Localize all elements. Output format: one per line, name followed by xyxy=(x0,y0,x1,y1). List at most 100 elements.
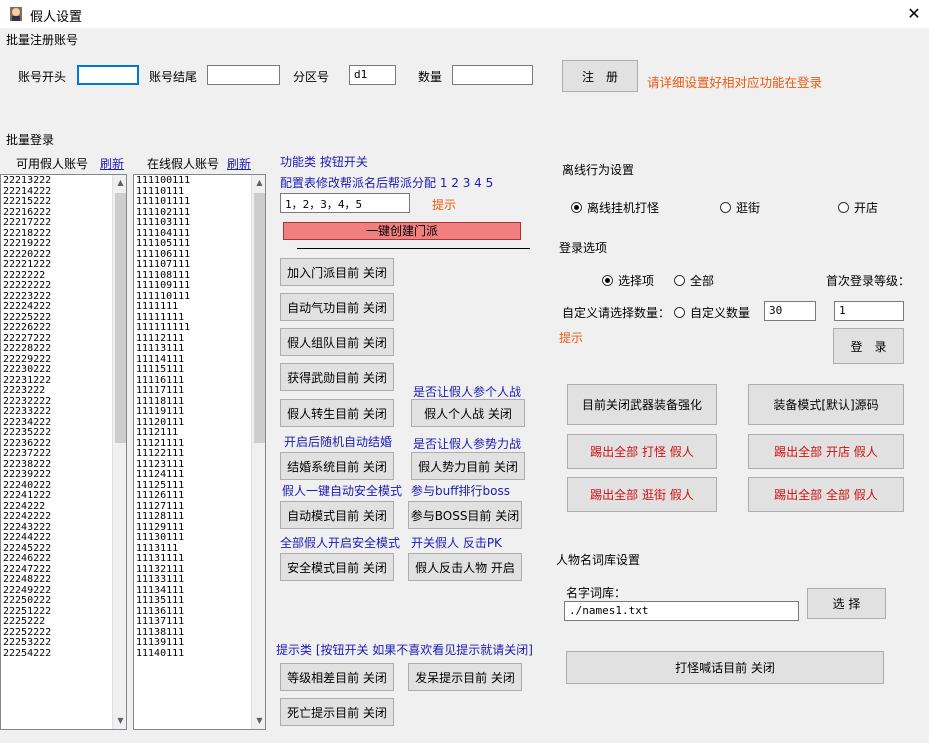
list-item[interactable]: 22213222 xyxy=(3,175,51,187)
team-up-button[interactable]: 假人组队目前 关闭 xyxy=(280,328,394,356)
list-item[interactable]: 1111111 xyxy=(136,301,190,313)
list-item[interactable]: 11135111 xyxy=(136,595,190,607)
count-input[interactable] xyxy=(452,65,533,85)
list-item[interactable]: 111105111 xyxy=(136,238,190,250)
safe-mode-button[interactable]: 安全模式目前 关闭 xyxy=(280,553,394,581)
account-start-input[interactable] xyxy=(77,65,139,85)
scroll-down-icon[interactable]: ▼ xyxy=(113,713,126,729)
radio-login-selected[interactable]: 选择项 xyxy=(602,272,654,289)
shout-button[interactable]: 打怪喊话目前 关闭 xyxy=(566,651,884,684)
get-honor-button[interactable]: 获得武勋目前 关闭 xyxy=(280,363,394,391)
available-refresh-link[interactable]: 刷新 xyxy=(100,155,124,172)
list-item[interactable]: 22230222 xyxy=(3,364,51,376)
list-item[interactable]: 22224222 xyxy=(3,301,51,313)
faction-war-button[interactable]: 假人势力目前 关闭 xyxy=(411,452,525,480)
list-item[interactable]: 11115111 xyxy=(136,364,190,376)
list-item[interactable]: 22233222 xyxy=(3,406,51,418)
list-item[interactable]: 111101111 xyxy=(136,196,190,208)
boss-button[interactable]: 参与BOSS目前 关闭 xyxy=(408,501,522,529)
scroll-up-icon[interactable]: ▲ xyxy=(113,175,126,191)
list-item[interactable]: 111103111 xyxy=(136,217,190,229)
list-item[interactable]: 111100111 xyxy=(136,175,190,187)
online-scrollbar[interactable]: ▲ ▼ xyxy=(251,175,265,729)
list-item[interactable]: 22235222 xyxy=(3,427,51,439)
online-refresh-link[interactable]: 刷新 xyxy=(227,155,251,172)
radio-offline-shop[interactable]: 开店 xyxy=(838,199,878,216)
available-accounts-list[interactable]: 22213222 22214222 22215222 22216222 22217222… xyxy=(0,174,127,730)
join-sect-button[interactable]: 加入门派目前 关闭 xyxy=(280,258,394,286)
radio-custom-count[interactable]: 自定义数量 xyxy=(674,304,750,321)
list-item[interactable]: 22221222 xyxy=(3,259,51,271)
auto-mode-button[interactable]: 自动模式目前 关闭 xyxy=(280,501,394,529)
list-item[interactable]: 111107111 xyxy=(136,259,190,271)
zone-input[interactable]: d1 xyxy=(349,65,396,85)
list-item[interactable]: 22237222 xyxy=(3,448,51,460)
kick-all-button[interactable]: 踢出全部 全部 假人 xyxy=(748,477,904,512)
radio-offline-stroll[interactable]: 逛街 xyxy=(720,199,760,216)
list-item[interactable]: 11137111 xyxy=(136,616,190,628)
idle-tip-button[interactable]: 发呆提示目前 关闭 xyxy=(408,663,522,691)
death-tip-button[interactable]: 死亡提示目前 关闭 xyxy=(280,698,394,726)
list-item[interactable]: 22253222 xyxy=(3,637,51,649)
list-item[interactable]: 2223222 xyxy=(3,385,51,397)
marriage-button[interactable]: 结婚系统目前 关闭 xyxy=(280,452,394,480)
available-scrollbar[interactable]: ▲ ▼ xyxy=(112,175,126,729)
list-item[interactable]: 1112111 xyxy=(136,427,190,439)
list-item[interactable]: 11117111 xyxy=(136,385,190,397)
radio-offline-farm[interactable]: 离线挂机打怪 xyxy=(571,199,659,216)
scroll-thumb[interactable] xyxy=(115,193,126,443)
list-item[interactable]: 11122111 xyxy=(136,448,190,460)
scroll-up-icon[interactable]: ▲ xyxy=(252,175,265,191)
equip-mode-button[interactable]: 装备模式[默认]源码 xyxy=(748,384,904,425)
level-gap-tip-button[interactable]: 等级相差目前 关闭 xyxy=(280,663,394,691)
list-item[interactable]: 111109111 xyxy=(136,280,190,292)
list-item[interactable]: 22244222 xyxy=(3,532,51,544)
scroll-down-icon[interactable]: ▼ xyxy=(252,713,265,729)
list-item[interactable]: 22246222 xyxy=(3,553,51,565)
scroll-thumb[interactable] xyxy=(254,193,265,443)
list-item[interactable]: 11126111 xyxy=(136,490,190,502)
config-input[interactable]: 1，2，3，4，5 xyxy=(280,193,410,213)
list-item[interactable]: 22222222 xyxy=(3,280,51,292)
login-button[interactable]: 登 录 xyxy=(833,328,904,364)
create-sect-button[interactable]: 一键创建门派 xyxy=(283,222,521,240)
custom-count-input[interactable]: 30 xyxy=(764,301,816,321)
list-item[interactable]: 22226222 xyxy=(3,322,51,334)
list-item[interactable]: 11128111 xyxy=(136,511,190,523)
kick-shop-button[interactable]: 踢出全部 开店 假人 xyxy=(748,434,904,469)
list-item[interactable]: 22219222 xyxy=(3,238,51,250)
list-item[interactable]: 11140111 xyxy=(136,648,190,660)
list-item[interactable]: 22254222 xyxy=(3,648,51,660)
first-level-input[interactable]: 1 xyxy=(834,301,904,321)
account-end-input[interactable] xyxy=(207,65,280,85)
rebirth-button[interactable]: 假人转生目前 关闭 xyxy=(280,399,394,427)
weapon-enhance-button[interactable]: 目前关闭武器装备强化 xyxy=(567,384,717,425)
kick-farm-button[interactable]: 踢出全部 打怪 假人 xyxy=(567,434,717,469)
register-button[interactable]: 注 册 xyxy=(562,60,638,92)
online-accounts-list[interactable]: 111100111 11110111 111101111 111102111 11110… xyxy=(133,174,266,730)
radio-login-all[interactable]: 全部 xyxy=(674,272,714,289)
list-item[interactable]: 22248222 xyxy=(3,574,51,586)
list-item[interactable]: 11113111 xyxy=(136,343,190,355)
list-item[interactable]: 22242222 xyxy=(3,511,51,523)
list-item[interactable]: 22228222 xyxy=(3,343,51,355)
list-item[interactable]: 22239222 xyxy=(3,469,51,481)
list-item[interactable]: 22217222 xyxy=(3,217,51,229)
list-item[interactable]: 22215222 xyxy=(3,196,51,208)
list-item[interactable]: 11119111 xyxy=(136,406,190,418)
close-icon[interactable]: ✕ xyxy=(904,4,924,24)
personal-war-button[interactable]: 假人个人战 关闭 xyxy=(411,399,525,427)
kick-stroll-button[interactable]: 踢出全部 逛街 假人 xyxy=(567,477,717,512)
list-item[interactable]: 11124111 xyxy=(136,469,190,481)
counter-pk-button[interactable]: 假人反击人物 开启 xyxy=(408,553,522,581)
list-item[interactable]: 111111111 xyxy=(136,322,190,334)
list-item[interactable]: 2225222 xyxy=(3,616,51,628)
auto-qigong-button[interactable]: 自动气功目前 关闭 xyxy=(280,293,394,321)
names-lib-input[interactable]: ./names1.txt xyxy=(564,601,799,621)
list-item[interactable]: 11130111 xyxy=(136,532,190,544)
list-item[interactable]: 11131111 xyxy=(136,553,190,565)
names-select-button[interactable]: 选 择 xyxy=(807,588,886,619)
list-item[interactable]: 11139111 xyxy=(136,637,190,649)
list-item[interactable]: 22250222 xyxy=(3,595,51,607)
list-item[interactable]: 22241222 xyxy=(3,490,51,502)
